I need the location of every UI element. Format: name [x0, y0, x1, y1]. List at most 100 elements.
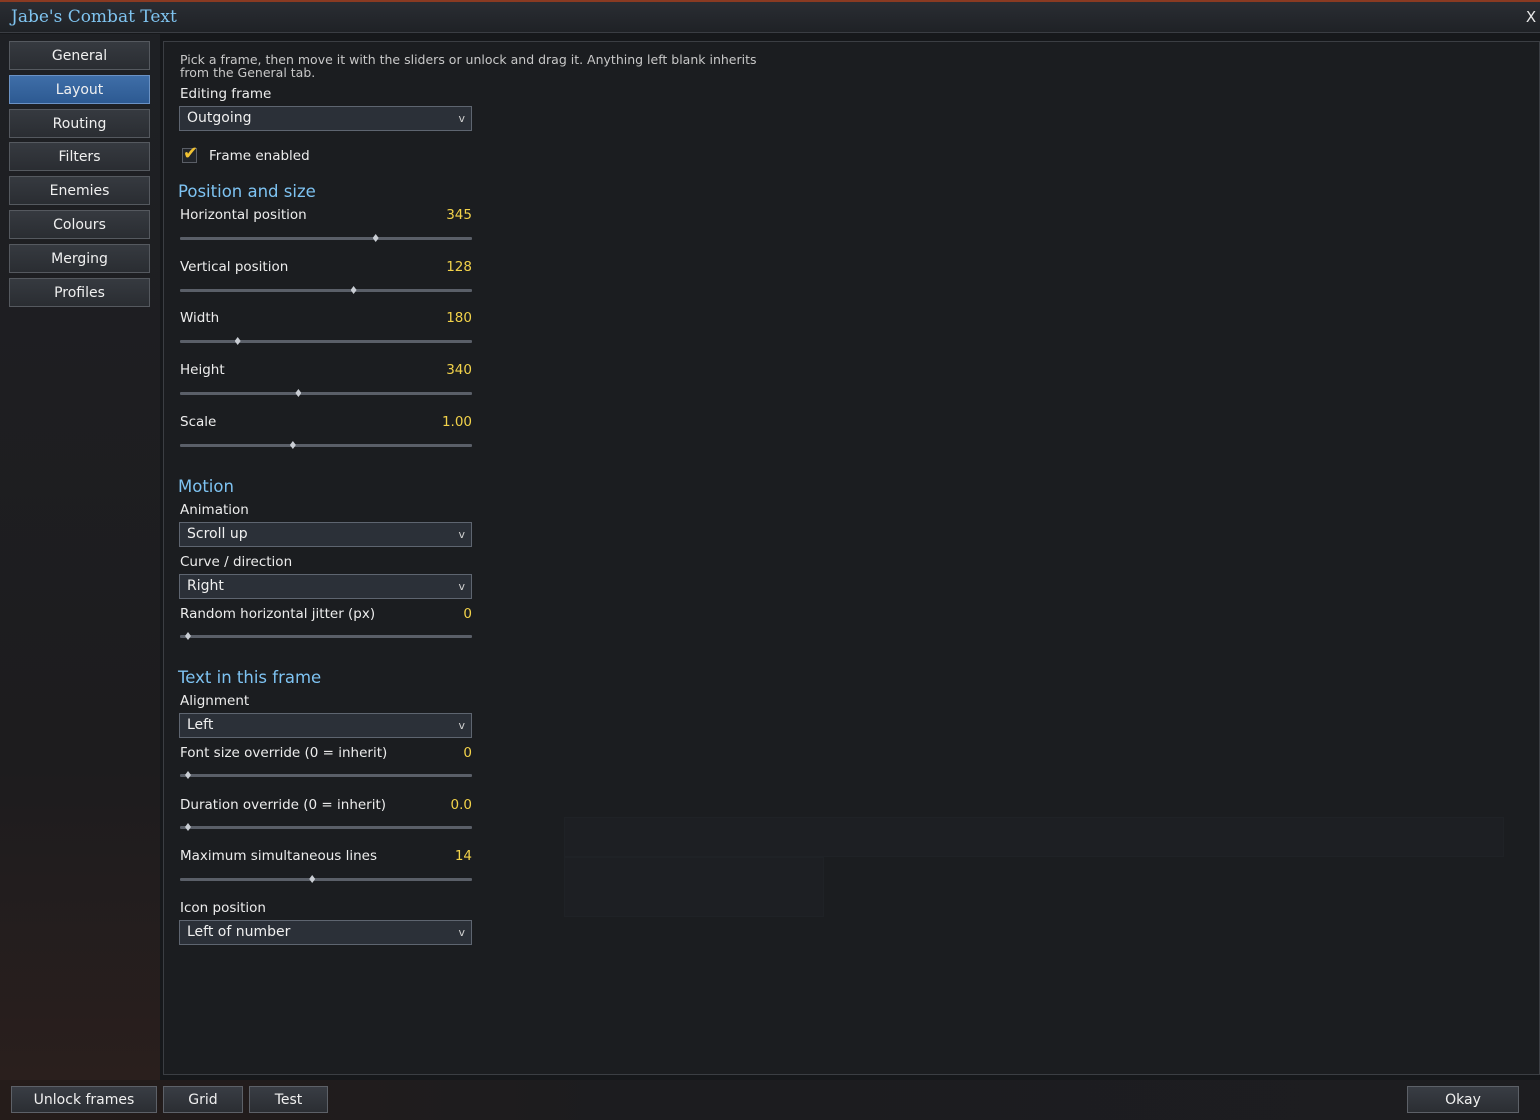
- position-size-heading: Position and size: [178, 182, 316, 201]
- chevron-down-icon: v: [458, 580, 465, 593]
- dropdown-value: Left: [187, 717, 214, 733]
- slider-track: [180, 774, 472, 777]
- icon-position-label: Icon position: [180, 900, 266, 916]
- sidebar: General Layout Routing Filters Enemies C…: [0, 34, 160, 1082]
- sidebar-item-layout[interactable]: Layout: [9, 75, 150, 104]
- sidebar-item-enemies[interactable]: Enemies: [9, 176, 150, 205]
- motion-heading: Motion: [178, 477, 234, 496]
- slider-track: [180, 635, 472, 638]
- slider-track: [180, 392, 472, 395]
- slider-track: [180, 340, 472, 343]
- horizontal-position-slider[interactable]: [180, 233, 472, 243]
- font-size-override-value: 0: [463, 745, 472, 761]
- slider-track: [180, 444, 472, 447]
- jitter-label: Random horizontal jitter (px): [180, 606, 376, 622]
- background-game-ui: [564, 817, 1504, 857]
- slider-thumb[interactable]: [185, 771, 191, 779]
- close-button[interactable]: X: [1524, 8, 1538, 28]
- slider-thumb[interactable]: [234, 337, 241, 345]
- scale-slider[interactable]: [180, 440, 472, 450]
- slider-thumb[interactable]: [309, 875, 316, 883]
- dropdown-value: Right: [187, 578, 224, 594]
- editing-frame-dropdown[interactable]: Outgoing v: [179, 106, 472, 131]
- height-slider[interactable]: [180, 388, 472, 398]
- max-lines-value: 14: [454, 848, 472, 864]
- slider-track: [180, 878, 472, 881]
- font-size-override-slider[interactable]: [180, 770, 472, 780]
- frame-enabled-checkbox[interactable]: ✔: [180, 143, 202, 165]
- slider-thumb[interactable]: [185, 823, 191, 831]
- sidebar-item-label: Colours: [53, 216, 106, 233]
- chevron-down-icon: v: [458, 926, 465, 939]
- duration-override-slider[interactable]: [180, 822, 472, 832]
- slider-thumb[interactable]: [289, 441, 296, 449]
- sidebar-item-label: General: [51, 47, 108, 64]
- slider-thumb[interactable]: [295, 389, 302, 397]
- animation-label: Animation: [180, 502, 249, 518]
- grid-button[interactable]: Grid: [163, 1086, 243, 1113]
- vertical-position-slider[interactable]: [180, 285, 472, 295]
- max-lines-slider[interactable]: [180, 874, 472, 884]
- button-label: Unlock frames: [33, 1091, 135, 1108]
- curve-direction-label: Curve / direction: [180, 554, 293, 570]
- chevron-down-icon: v: [458, 719, 465, 732]
- font-size-override-label: Font size override (0 = inherit): [180, 745, 388, 761]
- jitter-slider[interactable]: [180, 631, 472, 641]
- button-label: Grid: [188, 1091, 218, 1108]
- chevron-down-icon: v: [458, 528, 465, 541]
- sidebar-item-label: Enemies: [49, 182, 110, 199]
- height-label: Height: [180, 362, 225, 378]
- sidebar-item-label: Filters: [58, 148, 101, 165]
- text-frame-heading: Text in this frame: [178, 668, 322, 687]
- sidebar-item-colours[interactable]: Colours: [9, 210, 150, 239]
- horizontal-position-label: Horizontal position: [180, 207, 307, 223]
- width-value: 180: [446, 310, 472, 326]
- height-value: 340: [446, 362, 472, 378]
- scale-label: Scale: [180, 414, 217, 430]
- curve-direction-dropdown[interactable]: Right v: [179, 574, 472, 599]
- alignment-label: Alignment: [180, 693, 250, 709]
- jitter-value: 0: [463, 606, 472, 622]
- dropdown-value: Scroll up: [187, 526, 248, 542]
- icon-position-dropdown[interactable]: Left of number v: [179, 920, 472, 945]
- sidebar-item-filters[interactable]: Filters: [9, 142, 150, 171]
- sidebar-item-routing[interactable]: Routing: [9, 109, 150, 138]
- duration-override-value: 0.0: [450, 797, 472, 813]
- sidebar-item-label: Merging: [51, 250, 108, 267]
- window-title: Jabe's Combat Text: [11, 7, 177, 27]
- title-bar[interactable]: Jabe's Combat Text X: [0, 2, 1540, 33]
- test-button[interactable]: Test: [249, 1086, 328, 1113]
- dropdown-value: Left of number: [187, 924, 291, 940]
- checkmark-icon: ✔: [183, 143, 199, 164]
- slider-track: [180, 826, 472, 829]
- okay-button[interactable]: Okay: [1407, 1086, 1519, 1113]
- animation-dropdown[interactable]: Scroll up v: [179, 522, 472, 547]
- max-lines-label: Maximum simultaneous lines: [180, 848, 378, 864]
- intro-line: from the General tab.: [180, 65, 316, 80]
- chevron-down-icon: v: [458, 112, 465, 125]
- vertical-position-value: 128: [446, 259, 472, 275]
- horizontal-position-value: 345: [446, 207, 472, 223]
- slider-thumb[interactable]: [185, 632, 191, 640]
- width-label: Width: [180, 310, 220, 326]
- slider-thumb[interactable]: [350, 286, 357, 294]
- slider-track: [180, 237, 472, 240]
- duration-override-label: Duration override (0 = inherit): [180, 797, 387, 813]
- frame-enabled-label: Frame enabled: [209, 148, 310, 164]
- sidebar-item-general[interactable]: General: [9, 41, 150, 70]
- sidebar-item-label: Routing: [52, 115, 107, 132]
- layout-intro-text: Pick a frame, then move it with the slid…: [180, 53, 760, 79]
- editing-frame-label: Editing frame: [180, 86, 272, 102]
- sidebar-item-merging[interactable]: Merging: [9, 244, 150, 273]
- vertical-position-label: Vertical position: [180, 259, 289, 275]
- button-label: Okay: [1445, 1091, 1481, 1108]
- button-label: Test: [274, 1091, 303, 1108]
- dropdown-value: Outgoing: [187, 110, 252, 126]
- alignment-dropdown[interactable]: Left v: [179, 713, 472, 738]
- unlock-frames-button[interactable]: Unlock frames: [11, 1086, 157, 1113]
- width-slider[interactable]: [180, 336, 472, 346]
- sidebar-item-profiles[interactable]: Profiles: [9, 278, 150, 307]
- sidebar-item-label: Layout: [55, 81, 104, 98]
- slider-thumb[interactable]: [372, 234, 379, 242]
- background-game-ui: [564, 857, 824, 917]
